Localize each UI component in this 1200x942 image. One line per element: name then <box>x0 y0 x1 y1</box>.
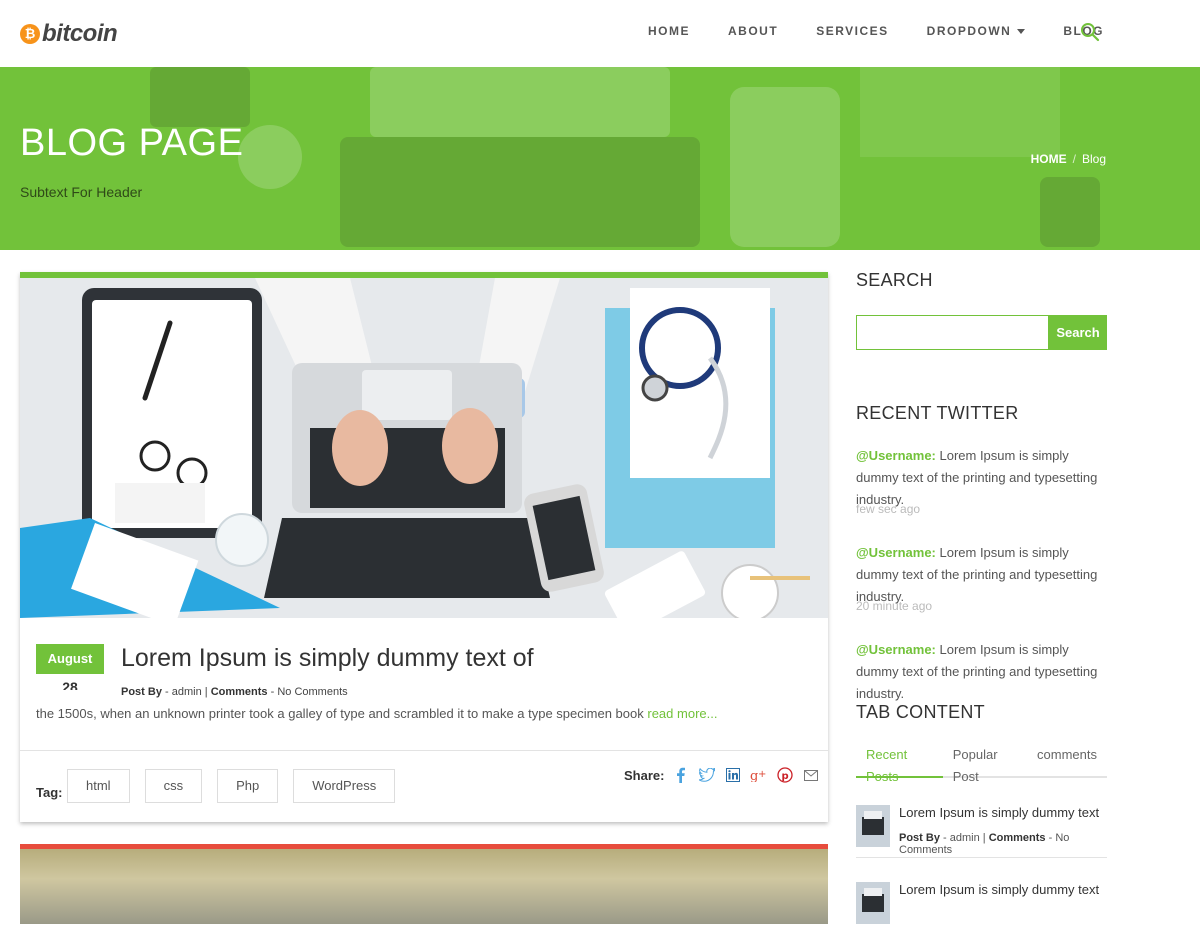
tweet-username[interactable]: @Username: <box>856 642 936 657</box>
post-featured-image[interactable] <box>20 278 828 618</box>
tab-widget-heading: TAB CONTENT <box>856 702 985 722</box>
post-author[interactable]: admin <box>172 686 202 698</box>
search-widget: Search <box>856 315 1107 350</box>
post-excerpt-text: the 1500s, when an unknown printer took … <box>36 706 644 721</box>
email-icon[interactable] <box>802 766 820 784</box>
post-title[interactable]: Lorem Ipsum is simply dummy text of <box>121 644 534 673</box>
sidebar-search-input[interactable] <box>856 315 1049 350</box>
blog-post-card-2[interactable] <box>20 844 828 924</box>
recent-post-title[interactable]: Lorem Ipsum is simply dummy text <box>899 805 1099 820</box>
pinterest-icon[interactable]: p <box>776 766 794 784</box>
post-date-day: 28 <box>62 679 78 690</box>
tab-popular-post[interactable]: Popular Post <box>943 744 1027 784</box>
post-by-label: Post By <box>121 686 162 698</box>
twitter-widget-heading: RECENT TWITTER <box>856 403 1019 423</box>
breadcrumb-separator: / <box>1072 152 1076 166</box>
tweet-item: @Username: Lorem Ipsum is simply dummy t… <box>856 639 1107 705</box>
post-meta: Post By - admin | Comments - No Comments <box>121 686 348 698</box>
breadcrumb: HOME / Blog <box>1031 152 1106 166</box>
blog-post-card: August 28 Lorem Ipsum is simply dummy te… <box>20 272 828 822</box>
bitcoin-coin-icon: ₿ <box>20 24 40 44</box>
tag-wordpress[interactable]: WordPress <box>293 769 396 803</box>
brand-name: bitcoin <box>42 20 118 47</box>
tag-html[interactable]: html <box>67 769 130 803</box>
svg-text:p: p <box>782 771 789 782</box>
breadcrumb-current: Blog <box>1081 152 1106 166</box>
post-footer-divider <box>20 750 828 751</box>
recent-post-item[interactable]: Lorem Ipsum is simply dummy text Post By… <box>856 805 1107 865</box>
tag-php[interactable]: Php <box>217 769 279 803</box>
caret-down-icon <box>1017 29 1026 35</box>
nav-services[interactable]: SERVICES <box>816 24 888 38</box>
post-tags: html css Php WordPress <box>67 769 396 803</box>
recent-post-by-label: Post By <box>899 832 940 844</box>
facebook-icon[interactable] <box>672 766 690 784</box>
post-date-badge: August 28 <box>36 640 104 692</box>
post-comments-value[interactable]: No Comments <box>277 686 347 698</box>
share-label: Share: <box>624 767 665 783</box>
recent-post-item[interactable]: Lorem Ipsum is simply dummy text <box>856 882 1107 942</box>
post-date-month: August <box>36 644 104 674</box>
recent-post-comments-label: Comments <box>988 832 1046 844</box>
tweet-username[interactable]: @Username: <box>856 545 936 560</box>
search-icon-svg <box>1081 23 1100 42</box>
page-title: BLOG PAGE <box>20 122 244 164</box>
sidebar: SEARCH Search RECENT TWITTER @Username: … <box>856 270 1107 924</box>
tab-bar: Recent Posts Popular Post comments <box>856 744 1107 784</box>
share-bar: Share: g + p <box>624 766 828 784</box>
top-navbar: ₿ bitcoin HOME ABOUT SERVICES DROPDOWN B… <box>0 0 1200 67</box>
post-excerpt: the 1500s, when an unknown printer took … <box>36 706 717 721</box>
tag-label: Tag: <box>36 785 63 800</box>
recent-post-divider <box>856 857 1107 858</box>
tag-css[interactable]: css <box>144 769 203 803</box>
brand-logo[interactable]: ₿ bitcoin <box>20 20 118 48</box>
tab-recent-posts[interactable]: Recent Posts <box>856 744 943 784</box>
recent-post-title[interactable]: Lorem Ipsum is simply dummy text <box>899 882 1099 897</box>
nav-about[interactable]: ABOUT <box>728 24 778 38</box>
page-subtitle: Subtext For Header <box>20 184 143 200</box>
read-more-link[interactable]: read more... <box>647 706 717 721</box>
recent-post-meta: Post By - admin | Comments - No Comments <box>899 832 1070 856</box>
tweet-username[interactable]: @Username: <box>856 448 936 463</box>
sidebar-search-button[interactable]: Search <box>1049 315 1107 350</box>
nav-dropdown-label: DROPDOWN <box>926 24 1012 38</box>
google-plus-icon[interactable]: g + <box>750 766 768 784</box>
svg-text:+: + <box>758 769 766 780</box>
search-widget-heading: SEARCH <box>856 270 933 290</box>
main-nav: HOME ABOUT SERVICES DROPDOWN BLOG <box>610 24 1104 38</box>
recent-post-author[interactable]: admin <box>950 832 980 844</box>
recent-post-thumbnail[interactable] <box>856 805 890 847</box>
search-icon[interactable] <box>1080 22 1100 47</box>
tweet-time: 20 minute ago <box>856 599 933 613</box>
page-header-banner: BLOG PAGE Subtext For Header HOME / Blog <box>0 67 1200 250</box>
twitter-icon[interactable] <box>698 766 716 784</box>
tweet-time: few sec ago <box>856 502 921 516</box>
post-comments-label: Comments <box>210 686 268 698</box>
nav-home[interactable]: HOME <box>648 24 690 38</box>
breadcrumb-home[interactable]: HOME <box>1031 152 1067 166</box>
nav-dropdown[interactable]: DROPDOWN <box>927 24 1026 38</box>
recent-post-thumbnail[interactable] <box>856 882 890 924</box>
tab-comments[interactable]: comments <box>1027 744 1107 776</box>
linkedin-icon[interactable] <box>724 766 742 784</box>
desk-photo-illustration <box>20 278 828 618</box>
